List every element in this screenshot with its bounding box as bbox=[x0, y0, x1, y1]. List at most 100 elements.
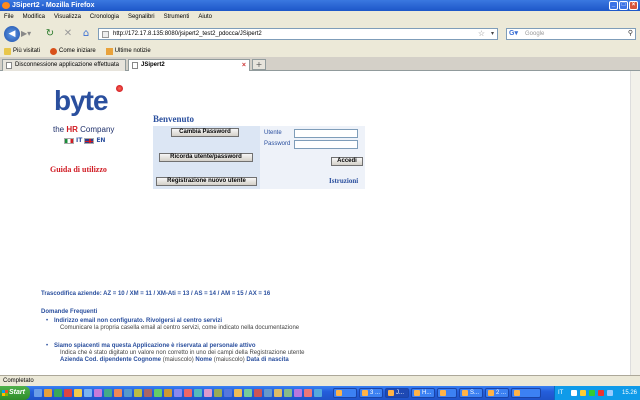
login-panel: Cambia Password Ricorda utente/password … bbox=[153, 126, 365, 189]
benvenuto-heading: Benvenuto bbox=[153, 114, 195, 124]
quicklaunch-icon[interactable] bbox=[214, 389, 222, 397]
quicklaunch-icon[interactable] bbox=[104, 389, 112, 397]
quicklaunch-icon[interactable] bbox=[64, 389, 72, 397]
faq-field-note: (maiuscolo) bbox=[162, 357, 194, 363]
quicklaunch-icon[interactable] bbox=[144, 389, 152, 397]
quicklaunch-icon[interactable] bbox=[124, 389, 132, 397]
taskbar-button[interactable] bbox=[511, 388, 541, 398]
quicklaunch-icon[interactable] bbox=[114, 389, 122, 397]
quicklaunch-icon[interactable] bbox=[314, 389, 322, 397]
menu-modifica[interactable]: Modifica bbox=[23, 11, 45, 23]
quicklaunch-icon[interactable] bbox=[74, 389, 82, 397]
vertical-scrollbar[interactable] bbox=[630, 71, 640, 375]
quicklaunch-icon[interactable] bbox=[154, 389, 162, 397]
guida-link[interactable]: Guida di utilizzo bbox=[50, 165, 107, 174]
uk-flag-icon[interactable] bbox=[84, 137, 95, 144]
quicklaunch-icon[interactable] bbox=[284, 389, 292, 397]
bookmark-label: Ultime notizie bbox=[114, 48, 151, 54]
cambia-password-button[interactable]: Cambia Password bbox=[171, 128, 239, 137]
close-tab-icon[interactable]: × bbox=[242, 60, 246, 71]
quicklaunch-icon[interactable] bbox=[174, 389, 182, 397]
quicklaunch-icon[interactable] bbox=[264, 389, 272, 397]
navigation-toolbar: ◀ ▶▾ ↻ ✕ ⌂ http://172.17.8.135:8080/jsip… bbox=[0, 23, 640, 45]
tab-disconnessione[interactable]: Disconnessione applicazione effettuata bbox=[2, 59, 126, 71]
taskbar-button[interactable]: H... bbox=[411, 388, 435, 398]
quicklaunch-icon[interactable] bbox=[54, 389, 62, 397]
window-titlebar[interactable]: JSipert2 - Mozilla Firefox _ □ × bbox=[0, 0, 640, 11]
page-icon bbox=[102, 31, 109, 38]
close-button[interactable]: × bbox=[629, 1, 638, 10]
taskbar-button[interactable]: J... bbox=[385, 388, 409, 398]
status-bar: Completato bbox=[0, 375, 640, 386]
lang-it[interactable]: IT bbox=[76, 137, 82, 144]
faq-answer: Indica che è stato digitato un valore no… bbox=[60, 350, 305, 356]
language-indicator[interactable]: IT bbox=[558, 386, 563, 400]
rss-icon bbox=[105, 47, 113, 55]
registrazione-button[interactable]: Registrazione nuovo utente bbox=[156, 177, 257, 186]
quicklaunch-icon[interactable] bbox=[294, 389, 302, 397]
taskbar-button[interactable]: 2 ... bbox=[485, 388, 509, 398]
password-label: Password bbox=[264, 141, 291, 147]
istruzioni-link[interactable]: Istruzioni bbox=[329, 177, 358, 185]
quicklaunch-icon[interactable] bbox=[244, 389, 252, 397]
quicklaunch-icon[interactable] bbox=[194, 389, 202, 397]
ricorda-utente-button[interactable]: Ricorda utente/password bbox=[159, 153, 253, 162]
tray-icon[interactable] bbox=[580, 390, 586, 396]
quicklaunch-icon[interactable] bbox=[34, 389, 42, 397]
accedi-button[interactable]: Accedi bbox=[331, 157, 363, 166]
home-icon[interactable]: ⌂ bbox=[80, 28, 92, 40]
taskbar-button[interactable]: S... bbox=[459, 388, 483, 398]
menu-visualizza[interactable]: Visualizza bbox=[54, 11, 81, 23]
back-button[interactable]: ◀ bbox=[4, 26, 20, 42]
tray-icon[interactable] bbox=[598, 390, 604, 396]
bookmark-item[interactable]: Più visitati bbox=[4, 45, 40, 57]
quicklaunch-icon[interactable] bbox=[224, 389, 232, 397]
bookmark-item[interactable]: Ultime notizie bbox=[105, 45, 151, 57]
menu-aiuto[interactable]: Aiuto bbox=[198, 11, 212, 23]
taskbar-button[interactable] bbox=[333, 388, 357, 398]
password-input[interactable] bbox=[294, 140, 358, 149]
bookmark-item[interactable]: Come iniziare bbox=[50, 45, 96, 57]
quicklaunch-icon[interactable] bbox=[84, 389, 92, 397]
utente-input[interactable] bbox=[294, 129, 358, 138]
stop-icon[interactable]: ✕ bbox=[62, 28, 74, 40]
quicklaunch-icon[interactable] bbox=[44, 389, 52, 397]
start-button[interactable]: Start bbox=[0, 386, 30, 400]
new-tab-button[interactable]: + bbox=[252, 59, 266, 70]
quicklaunch-icon[interactable] bbox=[254, 389, 262, 397]
quicklaunch-icon[interactable] bbox=[184, 389, 192, 397]
quicklaunch-icon[interactable] bbox=[94, 389, 102, 397]
maximize-button[interactable]: □ bbox=[619, 1, 628, 10]
menu-file[interactable]: File bbox=[4, 11, 14, 23]
lang-en[interactable]: EN bbox=[96, 137, 105, 144]
tray-icon[interactable] bbox=[607, 390, 613, 396]
forward-button[interactable]: ▶▾ bbox=[21, 29, 39, 39]
italy-flag-icon[interactable] bbox=[64, 137, 74, 144]
quicklaunch-icon[interactable] bbox=[134, 389, 142, 397]
url-dropdown-icon[interactable]: ▾ bbox=[491, 29, 494, 39]
tray-icon[interactable] bbox=[589, 390, 595, 396]
faq-field: Nome bbox=[195, 357, 213, 363]
menu-strumenti[interactable]: Strumenti bbox=[164, 11, 190, 23]
faq-field-note: (maiuscolo) bbox=[213, 357, 245, 363]
search-input[interactable]: G▾ Google ⚲ bbox=[506, 28, 636, 40]
window-title: JSipert2 - Mozilla Firefox bbox=[12, 2, 95, 9]
taskbar-button[interactable]: 3 ... bbox=[359, 388, 383, 398]
search-icon[interactable]: ⚲ bbox=[628, 29, 633, 39]
google-icon[interactable]: G▾ bbox=[509, 30, 521, 38]
tray-icon[interactable] bbox=[571, 390, 577, 396]
quicklaunch-icon[interactable] bbox=[274, 389, 282, 397]
reload-icon[interactable]: ↻ bbox=[44, 28, 56, 40]
menu-segnalibri[interactable]: Segnalibri bbox=[128, 11, 155, 23]
quicklaunch-icon[interactable] bbox=[234, 389, 242, 397]
menu-cronologia[interactable]: Cronologia bbox=[90, 11, 119, 23]
minimize-button[interactable]: _ bbox=[609, 1, 618, 10]
bookmark-star-icon[interactable]: ☆ bbox=[478, 29, 485, 39]
quicklaunch-icon[interactable] bbox=[204, 389, 212, 397]
tagline-hr: HR bbox=[66, 125, 78, 134]
byte-logo: byte bbox=[54, 85, 109, 116]
url-bar[interactable]: http://172.17.8.135:8080/jsipert2_test2_… bbox=[98, 28, 498, 40]
taskbar-button[interactable] bbox=[437, 388, 457, 398]
quicklaunch-icon[interactable] bbox=[164, 389, 172, 397]
quicklaunch-icon[interactable] bbox=[304, 389, 312, 397]
